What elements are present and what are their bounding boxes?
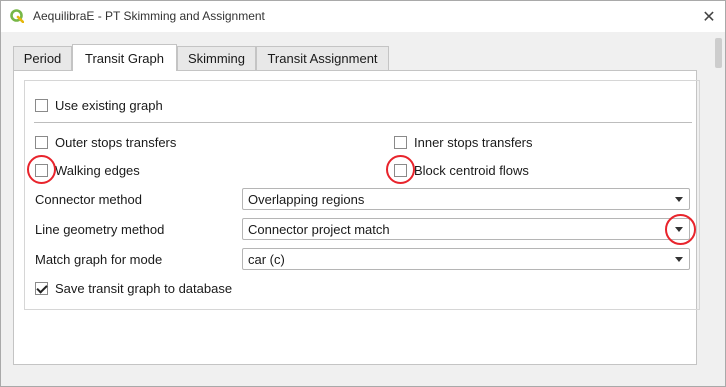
line-geometry-method-label: Line geometry method	[35, 222, 165, 237]
highlight-circle-walking-edges	[27, 155, 56, 184]
line-geometry-method-value: Connector project match	[248, 221, 390, 237]
chevron-down-icon[interactable]	[675, 257, 683, 262]
match-graph-for-mode-value: car (c)	[248, 251, 285, 267]
use-existing-graph-box[interactable]	[35, 99, 48, 112]
close-button[interactable]: ✕	[693, 1, 725, 32]
highlight-circle-geometry-dropdown	[665, 214, 696, 245]
tab-period[interactable]: Period	[13, 46, 72, 70]
inner-stops-transfers-checkbox[interactable]: Inner stops transfers	[394, 135, 533, 150]
tab-transit-assignment[interactable]: Transit Assignment	[256, 46, 389, 70]
inner-stops-transfers-box[interactable]	[394, 136, 407, 149]
match-graph-for-mode-select[interactable]: car (c)	[242, 248, 690, 270]
save-transit-graph-box[interactable]	[35, 282, 48, 295]
connector-method-value: Overlapping regions	[248, 191, 365, 207]
highlight-circle-block-centroid	[386, 155, 415, 184]
connector-method-label: Connector method	[35, 192, 142, 207]
save-transit-graph-checkbox[interactable]: Save transit graph to database	[35, 281, 232, 296]
close-icon: ✕	[702, 8, 716, 26]
window-title: AequilibraE - PT Skimming and Assignment	[33, 9, 265, 23]
block-centroid-flows-label: Block centroid flows	[414, 163, 529, 178]
scrollbar-thumb[interactable]	[715, 38, 722, 68]
title-bar: AequilibraE - PT Skimming and Assignment…	[1, 1, 725, 32]
use-existing-graph-label: Use existing graph	[55, 98, 163, 113]
vertical-scrollbar[interactable]	[714, 32, 724, 386]
walking-edges-label: Walking edges	[55, 163, 140, 178]
tab-skimming[interactable]: Skimming	[177, 46, 256, 70]
chevron-down-icon[interactable]	[675, 197, 683, 202]
use-existing-graph-checkbox[interactable]: Use existing graph	[35, 98, 163, 113]
outer-stops-transfers-box[interactable]	[35, 136, 48, 149]
inner-stops-transfers-label: Inner stops transfers	[414, 135, 533, 150]
outer-stops-transfers-label: Outer stops transfers	[55, 135, 177, 150]
connector-method-select[interactable]: Overlapping regions	[242, 188, 690, 210]
qgis-logo-icon	[10, 9, 24, 23]
line-geometry-method-select[interactable]: Connector project match	[242, 218, 690, 240]
outer-stops-transfers-checkbox[interactable]: Outer stops transfers	[35, 135, 176, 150]
tab-transit-graph[interactable]: Transit Graph	[72, 44, 177, 71]
save-transit-graph-label: Save transit graph to database	[55, 281, 233, 296]
divider	[34, 122, 692, 123]
match-graph-for-mode-label: Match graph for mode	[35, 252, 163, 267]
